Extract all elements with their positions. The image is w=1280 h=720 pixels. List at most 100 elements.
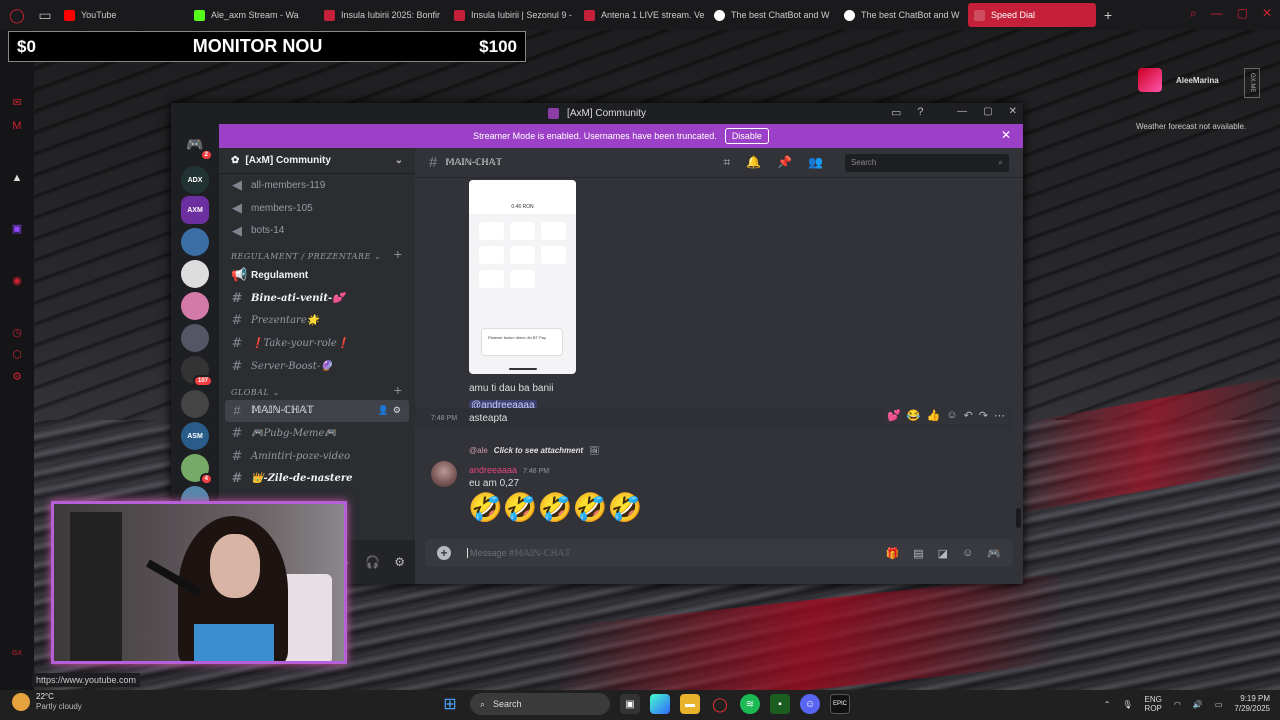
server-icon-adx[interactable]: ADX <box>181 166 209 194</box>
settings-icon[interactable]: ⚙ <box>10 370 24 384</box>
server-icon[interactable] <box>181 228 209 256</box>
tab-youtube[interactable]: YouTube <box>58 3 186 27</box>
tab-speed-dial[interactable]: Speed Dial <box>968 3 1096 27</box>
avatar[interactable] <box>431 461 457 487</box>
voice-channel[interactable]: ◀ members-105 <box>219 197 415 220</box>
gift-icon[interactable]: 🎁 <box>886 547 900 560</box>
more-icon[interactable]: ⋯ <box>994 409 1005 422</box>
scrollbar[interactable] <box>1016 508 1021 528</box>
microphone-icon[interactable]: 🎙 <box>1122 700 1132 709</box>
file-explorer-icon[interactable]: ▬ <box>680 694 700 714</box>
maximize-icon[interactable]: ▢ <box>983 106 992 117</box>
volume-icon[interactable]: 🔊 <box>1193 700 1203 709</box>
server-icon-axm[interactable]: AXM <box>181 196 209 224</box>
server-icon[interactable] <box>181 324 209 352</box>
channel-server-boost[interactable]: # Server-Boost-🔮 <box>219 355 415 378</box>
aria-icon[interactable]: ▲ <box>10 172 24 186</box>
channel-zile-de-nastere[interactable]: # 👑-Zile-de-nastere <box>219 468 415 491</box>
twitch-icon[interactable]: ▣ <box>10 222 24 236</box>
server-icon[interactable]: 107 <box>181 356 213 387</box>
clock[interactable]: 9:19 PM 7/29/2025 <box>1234 694 1270 714</box>
speed-dial-profile[interactable]: AleeMarina <box>1138 68 1219 92</box>
channel-regulament[interactable]: 📢 Regulament <box>219 264 415 287</box>
reply-icon[interactable]: ↶ <box>964 409 973 422</box>
invite-icon[interactable]: 👤 <box>378 405 389 416</box>
voice-channel[interactable]: ◀ bots-14 <box>219 219 415 242</box>
server-header[interactable]: ✿ [AxM] Community ⌄ <box>219 148 415 174</box>
message-author[interactable]: andreeaaaa 7:48 PM <box>469 465 549 475</box>
tab-menu-icon[interactable]: ▭ <box>34 4 56 26</box>
server-icon[interactable]: 4 <box>181 454 213 485</box>
spotify-icon[interactable]: ≋ <box>740 694 760 714</box>
messenger-icon[interactable]: ✉ <box>10 96 24 110</box>
disable-button[interactable]: Disable <box>724 128 769 144</box>
tab-chatbot-2[interactable]: The best ChatBot and W <box>838 3 966 27</box>
player-icon[interactable]: ◉ <box>10 274 24 288</box>
members-icon[interactable]: 👥 <box>808 155 823 170</box>
reply-reference[interactable]: @ale Click to see attachment 🖼 <box>469 446 599 455</box>
channel-prezentare[interactable]: # Prezentare🌟 <box>219 309 415 332</box>
message-input[interactable] <box>467 548 870 558</box>
add-reaction-icon[interactable]: ☺ <box>946 409 957 422</box>
discord-home-icon[interactable]: 🎮 2 <box>181 130 213 161</box>
forward-icon[interactable]: ↷ <box>979 409 988 422</box>
category-header[interactable]: GLOBAL ⌄ + <box>219 378 415 400</box>
bell-icon[interactable]: 🔔 <box>746 155 761 170</box>
category-header[interactable]: REGULAMENT / PREZENTARE ⌄ + <box>219 242 415 264</box>
pin-icon[interactable]: 📌 <box>777 155 792 170</box>
maximize-icon[interactable]: ▢ <box>1237 6 1248 21</box>
inbox-icon[interactable]: ▭ <box>891 106 901 119</box>
taskbar-search[interactable]: ⌕ Search <box>470 693 610 715</box>
add-channel-icon[interactable]: + <box>393 384 403 397</box>
minimize-icon[interactable]: — <box>957 106 967 117</box>
channel-bine-ati-venit[interactable]: # Bine-ati-venit-💕 <box>219 287 415 310</box>
history-icon[interactable]: ◷ <box>10 326 24 340</box>
gear-icon[interactable]: ⚙ <box>393 405 401 416</box>
epic-games-icon[interactable]: EPIC <box>830 694 850 714</box>
task-view-icon[interactable]: ▣ <box>620 694 640 714</box>
server-icon[interactable]: ASM <box>181 422 209 450</box>
wifi-icon[interactable]: ◠ <box>1174 700 1181 709</box>
tab-kick[interactable]: Ale_axm Stream - Wa <box>188 3 316 27</box>
battery-icon[interactable]: ▭ <box>1215 700 1223 709</box>
server-icon[interactable] <box>181 260 209 288</box>
new-tab-button[interactable]: + <box>1104 7 1112 23</box>
search-tabs-icon[interactable]: ⌕ <box>1190 6 1197 21</box>
copilot-icon[interactable] <box>650 694 670 714</box>
upload-button[interactable]: + <box>437 546 451 560</box>
add-channel-icon[interactable]: + <box>393 248 403 261</box>
gx-corner-icon[interactable]: GX <box>10 650 24 664</box>
weather-widget[interactable]: 22°C Partly cloudy <box>12 692 82 712</box>
heart-reaction-icon[interactable]: 💕 <box>887 409 901 422</box>
tab-insula-2[interactable]: Insula Iubirii | Sezonul 9 - <box>448 3 576 27</box>
apps-icon[interactable]: 🎮 <box>987 547 1001 560</box>
tab-insula-1[interactable]: Insula Iubirii 2025: Bonfir <box>318 3 446 27</box>
opera-logo-icon[interactable]: ◯ <box>6 4 28 26</box>
chevron-up-icon[interactable]: ⌃ <box>1104 700 1111 709</box>
close-icon[interactable]: ✕ <box>1262 6 1272 21</box>
emoji-icon[interactable]: ☺ <box>962 547 973 560</box>
threads-icon[interactable]: ⌗ <box>723 155 730 170</box>
thumbs-up-icon[interactable]: 👍 <box>927 409 941 422</box>
language-indicator[interactable]: ENG ROP <box>1145 695 1162 713</box>
discord-icon[interactable]: ☺ <box>800 694 820 714</box>
tab-antena[interactable]: Antena 1 LIVE stream. Ve <box>578 3 706 27</box>
minimize-icon[interactable]: — <box>1211 6 1223 21</box>
channel-amintiri[interactable]: # Amintiri-poze-video <box>219 445 415 468</box>
close-icon[interactable]: ✕ <box>1001 128 1011 142</box>
extensions-icon[interactable]: ⬡ <box>10 348 24 362</box>
windows-start-icon[interactable]: ⊞ <box>440 694 460 714</box>
server-icon[interactable] <box>181 390 209 418</box>
gx-me-badge[interactable]: GX.ME <box>1244 68 1260 98</box>
channel-pubg-meme[interactable]: # 🎮Pubg-Meme🎮 <box>219 422 415 445</box>
search-input[interactable]: Search ⌕ <box>845 153 1009 172</box>
app-icon[interactable]: ▪ <box>770 694 790 714</box>
laugh-reaction-icon[interactable]: 😂 <box>907 409 921 422</box>
headphones-icon[interactable]: 🎧 <box>365 555 380 569</box>
sticker-icon[interactable]: ◪ <box>938 547 948 560</box>
image-attachment[interactable]: 0.46 RON Plateste facturi direct din BT … <box>469 180 576 374</box>
tab-chatbot-1[interactable]: The best ChatBot and W <box>708 3 836 27</box>
server-icon[interactable] <box>181 292 209 320</box>
close-icon[interactable]: ✕ <box>1009 106 1017 117</box>
channel-main-chat[interactable]: # 𝕄𝔸𝕀ℕ-ℂℍ𝔸𝕋 👤 ⚙ <box>225 399 409 423</box>
